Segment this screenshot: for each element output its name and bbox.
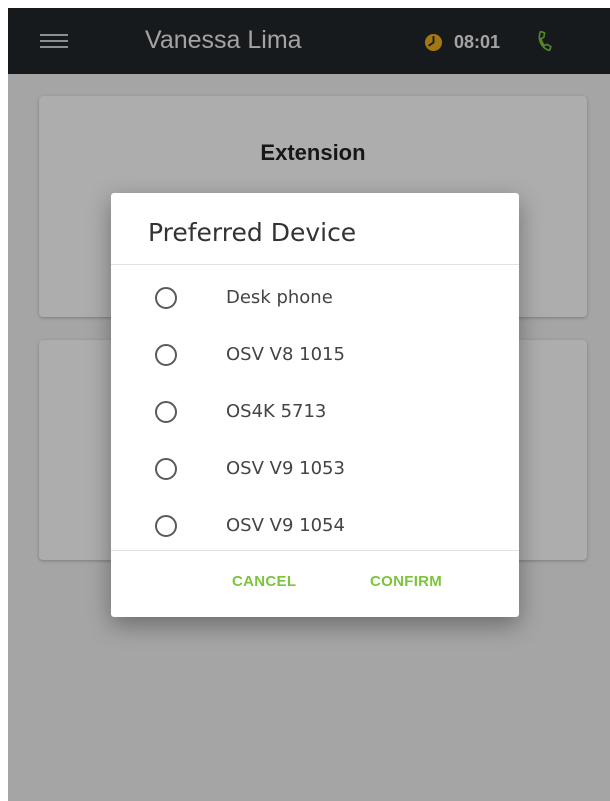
device-option-osv-v8-1015[interactable]: OSV V8 1015 — [111, 334, 519, 378]
radio-button[interactable] — [155, 515, 177, 537]
dialog-divider-top — [111, 264, 519, 265]
radio-button[interactable] — [155, 458, 177, 480]
dialog-divider-bottom — [111, 550, 519, 551]
radio-button[interactable] — [155, 401, 177, 423]
device-option-label: OSV V9 1053 — [226, 458, 345, 479]
dialog-title: Preferred Device — [148, 218, 357, 247]
device-option-osv-v9-1053[interactable]: OSV V9 1053 — [111, 448, 519, 492]
preferred-device-dialog: Preferred Device Desk phone OSV V8 1015 … — [111, 193, 519, 617]
radio-button[interactable] — [155, 287, 177, 309]
modal-overlay[interactable]: Preferred Device Desk phone OSV V8 1015 … — [8, 8, 610, 801]
radio-button[interactable] — [155, 344, 177, 366]
app-screen: Vanessa Lima 08:01 Extension Preferred D… — [8, 8, 610, 801]
device-option-label: Desk phone — [226, 287, 333, 308]
device-option-label: OSV V8 1015 — [226, 344, 345, 365]
device-option-label: OSV V9 1054 — [226, 515, 345, 536]
cancel-button[interactable]: CANCEL — [232, 573, 296, 590]
device-option-osv-v9-1054[interactable]: OSV V9 1054 — [111, 505, 519, 549]
device-option-label: OS4K 5713 — [226, 401, 327, 422]
confirm-button[interactable]: CONFIRM — [370, 573, 442, 590]
device-option-desk-phone[interactable]: Desk phone — [111, 277, 519, 321]
device-option-os4k-5713[interactable]: OS4K 5713 — [111, 391, 519, 435]
